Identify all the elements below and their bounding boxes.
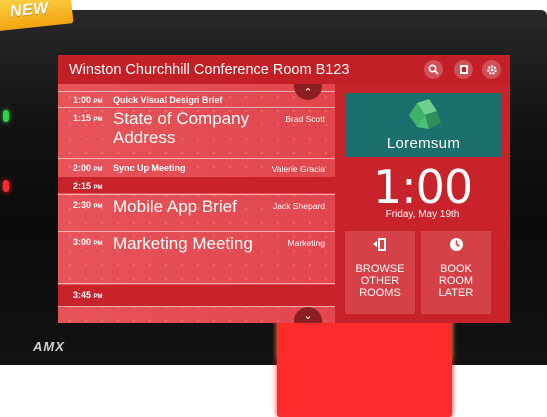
row-title: Mobile App Brief xyxy=(113,197,237,216)
chevron-up-icon: ⌃ xyxy=(303,86,313,99)
book-room-later-button[interactable]: BOOK ROOM LATER xyxy=(421,231,491,314)
row-divider xyxy=(58,306,335,307)
room-header: Winston Churchhill Conference Room B123 xyxy=(58,55,510,84)
row-time: 1:15 PM xyxy=(73,113,103,123)
current-time: 1:00 xyxy=(372,160,473,214)
row-time: 2:15 PM xyxy=(73,181,103,191)
row-divider xyxy=(58,194,335,195)
status-led-left-top xyxy=(3,110,9,122)
new-badge-label: NEW xyxy=(9,0,50,21)
clock-icon xyxy=(421,237,491,255)
book-button-label: BOOK ROOM LATER xyxy=(438,263,474,299)
schedule-row-3[interactable]: 2:15 PM xyxy=(58,177,335,193)
amx-brand-logo: AMX xyxy=(33,339,65,354)
browse-other-rooms-button[interactable]: BROWSE OTHER ROOMS xyxy=(345,231,415,314)
row-title: Sync Up Meeting xyxy=(113,163,186,173)
row-time: 1:00 PM xyxy=(73,95,103,105)
browse-button-label: BROWSE OTHER ROOMS xyxy=(355,263,405,299)
room-status-panel: Loremsum 1:00 Friday, May 19th BROWSE OT… xyxy=(335,84,510,323)
row-time: 2:00 PM xyxy=(73,163,103,173)
row-organizer: Jack Shepard xyxy=(273,201,325,211)
chevron-down-icon: ⌄ xyxy=(303,309,313,322)
schedule-list[interactable]: 1:00 PM Quick Visual Design Brief 1:15 P… xyxy=(58,84,335,323)
row-divider xyxy=(58,283,335,284)
schedule-row-4[interactable]: 2:30 PM Mobile App Brief Jack Shepard xyxy=(58,196,335,228)
room-title: Winston Churchhill Conference Room B123 xyxy=(69,62,350,78)
schedule-row-0[interactable]: 1:00 PM Quick Visual Design Brief xyxy=(58,92,335,107)
row-time: 3:45 PM xyxy=(73,290,103,300)
search-icon[interactable] xyxy=(424,60,443,79)
row-divider xyxy=(58,158,335,159)
room-panel-screen: Winston Churchhill Conference Room B123 … xyxy=(58,55,510,323)
door-icon xyxy=(345,237,415,255)
row-time: 3:00 PM xyxy=(73,237,103,247)
row-organizer: Valerie Gracia xyxy=(271,164,325,174)
row-title: Marketing Meeting xyxy=(113,234,253,253)
row-time: 2:30 PM xyxy=(73,200,103,210)
row-organizer: Marketing xyxy=(287,238,325,248)
schedule-row-5[interactable]: 3:00 PM Marketing Meeting Marketing xyxy=(58,233,335,283)
row-divider xyxy=(58,231,335,232)
row-title: State of Company Address xyxy=(113,109,250,147)
row-title: Quick Visual Design Brief xyxy=(113,95,223,105)
schedule-row-1[interactable]: 1:15 PM State of Company Address Brad Sc… xyxy=(58,108,335,152)
row-organizer: Brad Scott xyxy=(285,114,325,124)
schedule-row-6[interactable]: 3:45 PM xyxy=(58,285,335,306)
logo-text: Loremsum xyxy=(386,135,461,152)
current-date: Friday, May 19th xyxy=(385,209,460,220)
status-led-left-bottom xyxy=(3,180,9,192)
calendar-icon[interactable] xyxy=(454,60,473,79)
logo-mark-icon xyxy=(409,99,441,129)
schedule-row-2[interactable]: 2:00 PM Sync Up Meeting Valerie Gracia xyxy=(58,160,335,176)
company-logo: Loremsum xyxy=(345,93,502,157)
gear-icon[interactable] xyxy=(482,60,501,79)
